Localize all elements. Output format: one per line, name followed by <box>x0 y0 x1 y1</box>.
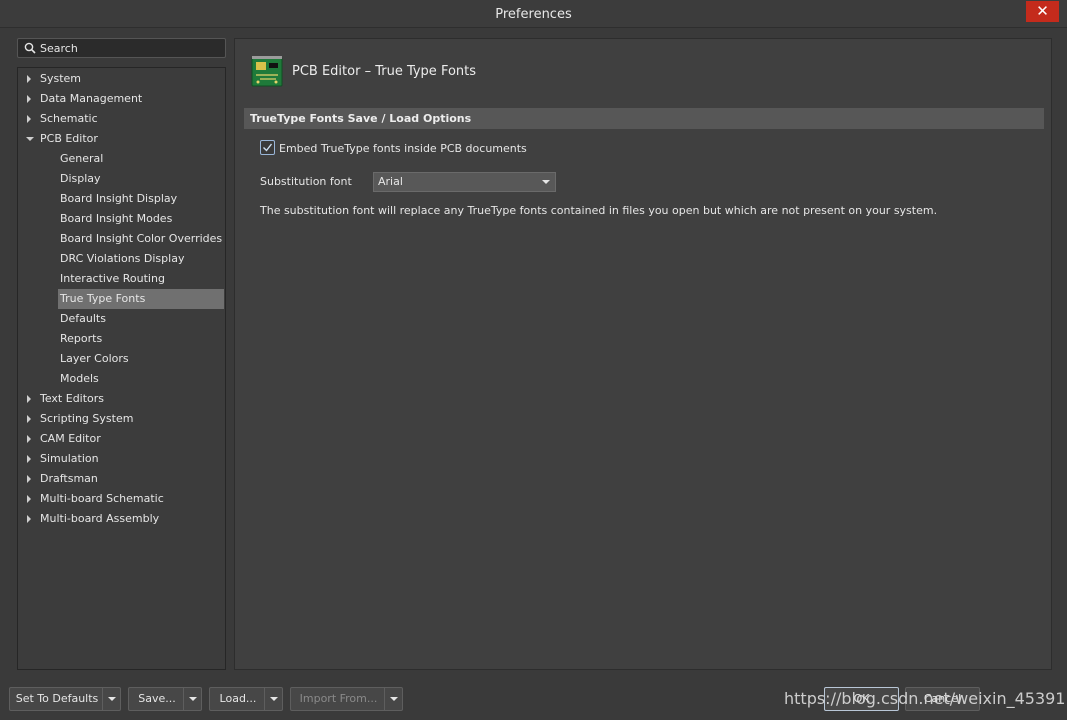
tree-item-system[interactable]: System <box>40 69 220 89</box>
substitution-font-label: Substitution font <box>260 175 352 188</box>
tree-item-label: DRC Violations Display <box>60 252 185 265</box>
tree-item-board-insight-color-overrides[interactable]: Board Insight Color Overrides <box>58 229 224 249</box>
tree-item-label: Board Insight Modes <box>60 212 173 225</box>
import-from-dropdown[interactable] <box>384 688 402 710</box>
tree-item-cam-editor[interactable]: CAM Editor <box>40 429 220 449</box>
tree-item-label: Simulation <box>40 452 99 465</box>
tree-item-label: Schematic <box>40 112 98 125</box>
set-to-defaults-label: Set To Defaults <box>15 692 99 705</box>
tree-item-label: CAM Editor <box>40 432 101 445</box>
tree-item-label: Defaults <box>60 312 106 325</box>
substitution-font-value: Arial <box>378 175 403 188</box>
chevron-right-icon[interactable] <box>27 455 31 463</box>
embed-fonts-checkbox[interactable] <box>260 140 275 155</box>
tree-item-board-insight-display[interactable]: Board Insight Display <box>58 189 224 209</box>
chevron-down-icon <box>108 697 116 701</box>
tree-item-multi-board-assembly[interactable]: Multi-board Assembly <box>40 509 220 529</box>
tree-item-pcb-editor[interactable]: PCB Editor <box>40 129 220 149</box>
tree-item-label: Models <box>60 372 99 385</box>
tree-item-text-editors[interactable]: Text Editors <box>40 389 220 409</box>
save-button[interactable]: Save... <box>128 687 202 711</box>
tree-item-label: Data Management <box>40 92 143 105</box>
tree-item-models[interactable]: Models <box>58 369 224 389</box>
tree-item-draftsman[interactable]: Draftsman <box>40 469 220 489</box>
preferences-tree: System Data Management Schematic PCB Editor… <box>17 67 226 670</box>
save-label: Save... <box>138 692 176 705</box>
save-dropdown[interactable] <box>183 688 201 710</box>
chevron-right-icon[interactable] <box>27 495 31 503</box>
page-title: PCB Editor – True Type Fonts <box>292 64 477 79</box>
chevron-down-icon <box>390 697 398 701</box>
tree-item-label: Interactive Routing <box>60 272 165 285</box>
tree-item-true-type-fonts[interactable]: True Type Fonts <box>58 289 224 309</box>
chevron-right-icon[interactable] <box>27 75 31 83</box>
tree-item-label: PCB Editor <box>40 132 98 145</box>
chevron-right-icon[interactable] <box>27 95 31 103</box>
watermark: https://blog.csdn.net/weixin_45391118 <box>784 689 1067 708</box>
chevron-right-icon[interactable] <box>27 115 31 123</box>
search-icon <box>24 42 36 54</box>
embed-fonts-label[interactable]: Embed TrueType fonts inside PCB document… <box>279 142 527 155</box>
tree-item-label: Layer Colors <box>60 352 129 365</box>
import-from-button[interactable]: Import From... <box>290 687 403 711</box>
tree-item-schematic[interactable]: Schematic <box>40 109 220 129</box>
checkmark-icon <box>263 143 273 152</box>
search-box[interactable] <box>17 38 226 58</box>
tree-item-drc-violations-display[interactable]: DRC Violations Display <box>58 249 224 269</box>
chevron-down-icon <box>542 180 550 184</box>
tree-item-label: Reports <box>60 332 103 345</box>
tree-item-board-insight-modes[interactable]: Board Insight Modes <box>58 209 224 229</box>
tree-item-label: System <box>40 72 82 85</box>
tree-item-data-management[interactable]: Data Management <box>40 89 220 109</box>
chevron-right-icon[interactable] <box>27 435 31 443</box>
tree-item-label: True Type Fonts <box>60 292 146 305</box>
search-input[interactable] <box>40 40 220 56</box>
window-title: Preferences <box>495 7 572 22</box>
tree-item-reports[interactable]: Reports <box>58 329 224 349</box>
tree-item-general[interactable]: General <box>58 149 224 169</box>
main-panel: PCB Editor – True Type Fonts TrueType Fo… <box>234 38 1052 670</box>
substitution-font-select[interactable]: Arial <box>373 172 556 192</box>
title-bar: Preferences ✕ <box>0 0 1067 28</box>
tree-item-interactive-routing[interactable]: Interactive Routing <box>58 269 224 289</box>
close-icon: ✕ <box>1036 2 1049 20</box>
tree-item-label: Scripting System <box>40 412 134 425</box>
close-button[interactable]: ✕ <box>1026 1 1059 22</box>
chevron-down-icon <box>189 697 197 701</box>
tree-item-label: Draftsman <box>40 472 98 485</box>
tree-item-label: Board Insight Display <box>60 192 178 205</box>
tree-item-label: Multi-board Schematic <box>40 492 164 505</box>
tree-item-defaults[interactable]: Defaults <box>58 309 224 329</box>
pcb-board-icon <box>251 56 283 87</box>
section-header: TrueType Fonts Save / Load Options <box>244 108 1044 129</box>
chevron-right-icon[interactable] <box>27 475 31 483</box>
tree-item-layer-colors[interactable]: Layer Colors <box>58 349 224 369</box>
import-from-label: Import From... <box>299 692 378 705</box>
set-to-defaults-dropdown[interactable] <box>102 688 120 710</box>
substitution-description: The substitution font will replace any T… <box>260 204 938 217</box>
tree-item-scripting-system[interactable]: Scripting System <box>40 409 220 429</box>
tree-item-label: Board Insight Color Overrides <box>60 232 223 245</box>
load-button[interactable]: Load... <box>209 687 283 711</box>
tree-item-simulation[interactable]: Simulation <box>40 449 220 469</box>
chevron-right-icon[interactable] <box>27 395 31 403</box>
chevron-right-icon[interactable] <box>27 415 31 423</box>
tree-item-label: Text Editors <box>40 392 105 405</box>
chevron-down-icon <box>270 697 278 701</box>
load-dropdown[interactable] <box>264 688 282 710</box>
tree-item-display[interactable]: Display <box>58 169 224 189</box>
tree-item-label: General <box>60 152 104 165</box>
tree-item-label: Multi-board Assembly <box>40 512 160 525</box>
chevron-down-icon[interactable] <box>26 137 34 141</box>
chevron-right-icon[interactable] <box>27 515 31 523</box>
tree-item-label: Display <box>60 172 101 185</box>
set-to-defaults-button[interactable]: Set To Defaults <box>9 687 121 711</box>
load-label: Load... <box>219 692 257 705</box>
tree-item-multi-board-schematic[interactable]: Multi-board Schematic <box>40 489 220 509</box>
